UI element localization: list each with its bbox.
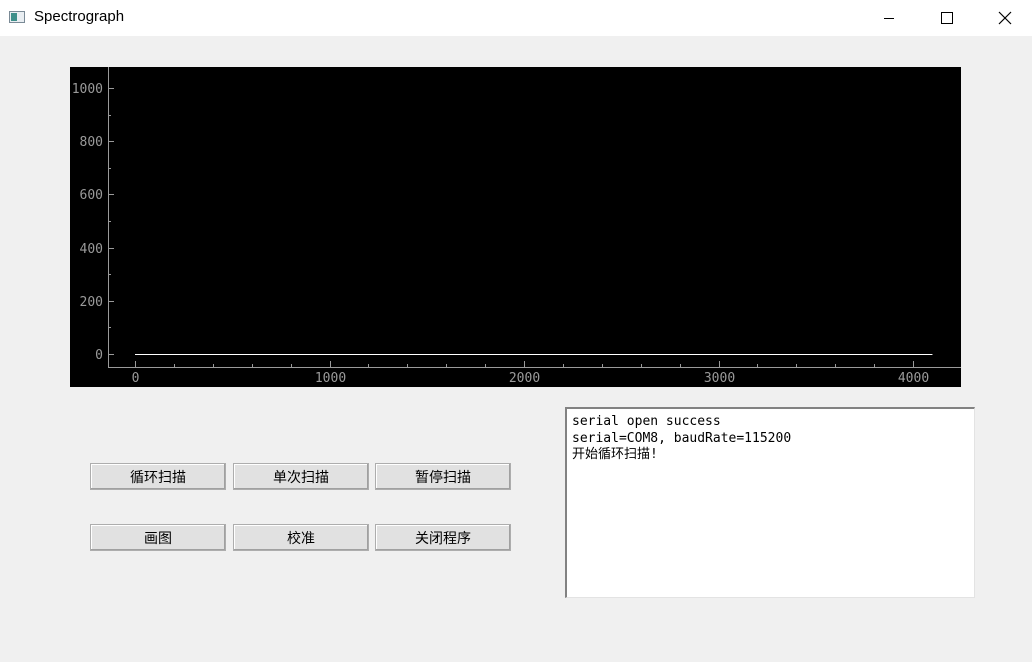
calibrate-button[interactable]: 校准	[233, 524, 369, 551]
pause-scan-button[interactable]: 暂停扫描	[375, 463, 511, 490]
x-tick-label: 1000	[315, 371, 346, 386]
log-line: serial=COM8, baudRate=115200	[572, 430, 792, 446]
plot-button[interactable]: 画图	[90, 524, 226, 551]
minimize-button[interactable]	[860, 0, 918, 36]
y-tick-label: 600	[80, 188, 103, 203]
close-button[interactable]	[976, 0, 1032, 36]
log-line: 开始循环扫描!	[572, 447, 658, 462]
y-tick-label: 200	[80, 295, 103, 310]
y-tick-label: 400	[80, 242, 103, 257]
y-tick-label: 800	[80, 135, 103, 150]
single-scan-button[interactable]: 单次扫描	[233, 463, 369, 490]
spectrum-chart: 0 200 400 600 800 1000 0 1000 2000 3000 4000	[72, 67, 961, 386]
log-output[interactable]: serial open success serial=COM8, baudRat…	[565, 407, 975, 598]
y-tick-label: 0	[95, 348, 103, 363]
x-tick-label: 4000	[898, 371, 929, 386]
app-window-icon	[9, 11, 25, 23]
log-line: serial open success	[572, 414, 721, 429]
close-program-button[interactable]: 关闭程序	[375, 524, 511, 551]
maximize-button[interactable]	[918, 0, 976, 36]
window-title: Spectrograph	[34, 8, 125, 25]
title-bar: Spectrograph	[0, 0, 1032, 36]
loop-scan-button[interactable]: 循环扫描	[90, 463, 226, 490]
x-tick-label: 0	[132, 371, 140, 386]
minimize-icon	[884, 18, 894, 19]
x-tick-label: 3000	[704, 371, 735, 386]
x-tick-label: 2000	[509, 371, 540, 386]
y-tick-label: 1000	[72, 82, 103, 97]
maximize-icon	[941, 12, 953, 24]
spectrum-plot[interactable]: 0 200 400 600 800 1000 0 1000 2000 3000 4000	[70, 67, 961, 387]
close-icon	[998, 11, 1012, 25]
